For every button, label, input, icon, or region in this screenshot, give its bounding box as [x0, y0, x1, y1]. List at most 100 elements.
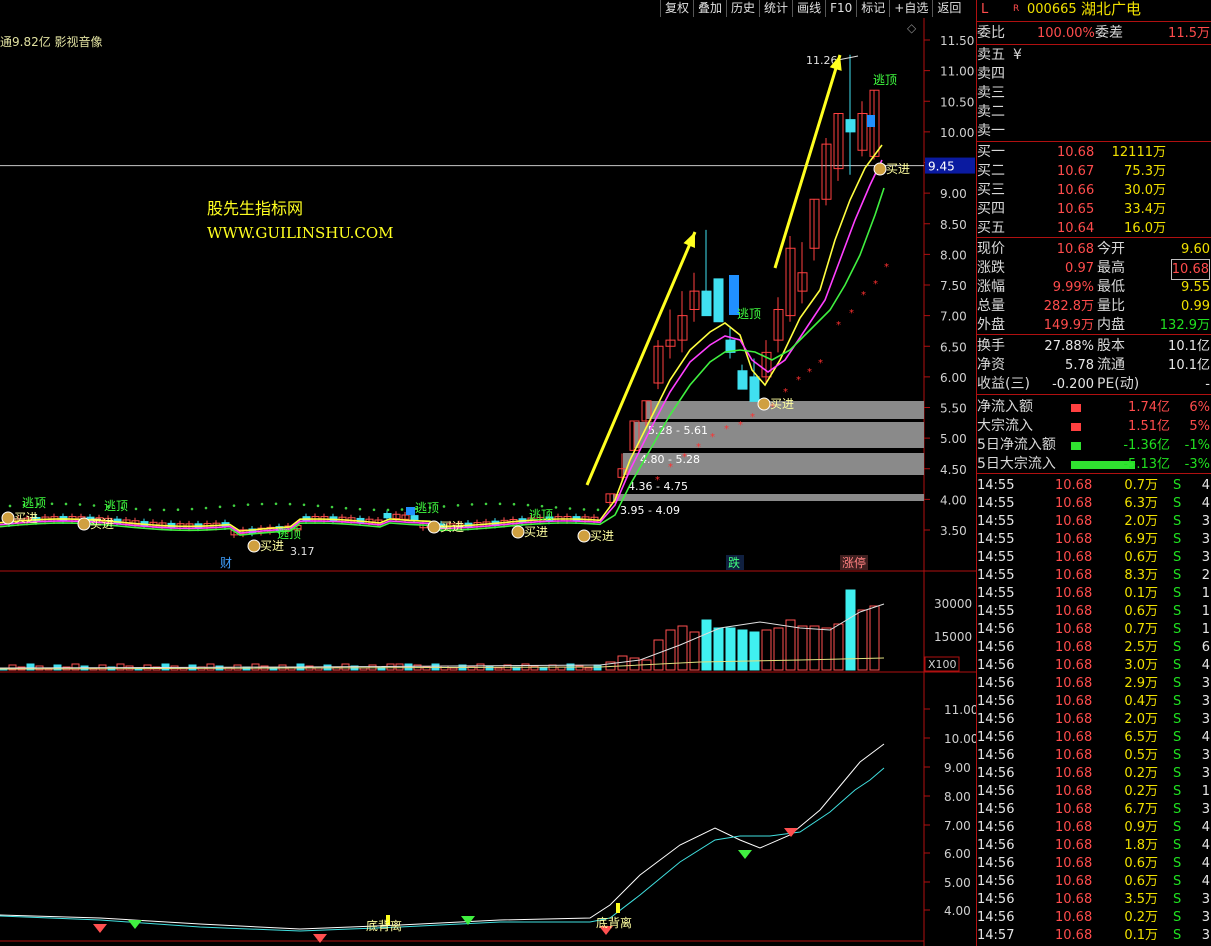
sell-row: 卖五 ¥ [977, 46, 1211, 65]
tick-row: 14:56 10.68 6.7万 S 3 [977, 800, 1211, 819]
buy-price: 10.66 [1057, 183, 1095, 198]
toolbar-button-5[interactable]: F10 [825, 0, 856, 17]
escape-top-label: 逃顶 [22, 496, 46, 510]
tick-count: 4 [1201, 658, 1210, 673]
tick-count: 1 [1201, 622, 1210, 637]
stat-label: 总量 [977, 298, 1005, 314]
volume-bar [725, 627, 736, 671]
sar-dot: * [807, 367, 812, 378]
toolbar-button-1[interactable]: 叠加 [693, 0, 726, 17]
tick-count: 3 [1201, 892, 1210, 907]
candle [845, 119, 856, 133]
buy-volume: 75.3万 [1124, 164, 1166, 179]
tick-side: S [1173, 730, 1182, 745]
volume-bar [386, 663, 395, 671]
tick-row: 14:56 10.68 0.2万 S 3 [977, 764, 1211, 783]
tick-price: 10.68 [1055, 694, 1093, 709]
stat-label: 最高 [1097, 260, 1125, 276]
indicator-axis-label: 9.00 [944, 761, 971, 775]
toolbar-button-8[interactable]: 返回 [932, 0, 965, 17]
tick-side: S [1173, 856, 1182, 871]
tick-count: 1 [1201, 784, 1210, 799]
toolbar-button-4[interactable]: 画线 [792, 0, 825, 17]
fund-flow-pct: 5% [1189, 419, 1210, 434]
toolbar-button-0[interactable]: 复权 [660, 0, 693, 17]
buy-coin-icon [247, 539, 261, 553]
stat-row: 净资 5.78 流通 10.1亿 [977, 356, 1211, 375]
tick-volume: 0.7万 [1124, 478, 1158, 493]
stat-label: 涨幅 [977, 279, 1005, 295]
low-price-label: 3.17 [290, 545, 315, 558]
buy-coin-icon [873, 162, 887, 176]
candle-highlight [867, 115, 875, 127]
sell-label: 卖一 [977, 123, 1005, 139]
stat-value: 9.99% [1052, 280, 1094, 295]
gem-icon [738, 850, 752, 859]
volume-bar [821, 627, 832, 671]
kline-chart-area[interactable]: 通9.82亿 影视音像股先生指标网 WWW.GUILINSHU.COM ◇ 11.50… [0, 0, 976, 946]
divider [977, 473, 1211, 474]
sar-dot [512, 502, 516, 506]
volume-bar [809, 625, 820, 671]
range-label: 3.95 - 4.09 [620, 504, 680, 517]
sell-label: 卖三 [977, 85, 1005, 101]
tick-time: 14:56 [977, 640, 1015, 655]
fund-flow-row: 5日净流入额 -1.36亿 -1% [977, 436, 1211, 455]
sar-dot [386, 508, 390, 512]
sar-dot: * [861, 290, 866, 301]
stat-value: 10.1亿 [1168, 358, 1210, 373]
stat-label: 最低 [1097, 279, 1125, 295]
tick-time: 14:55 [977, 496, 1015, 511]
fund-flow-value: -1.36亿 [1123, 438, 1170, 453]
stat-value: 9.60 [1181, 242, 1210, 257]
sell-row: 卖四 [977, 65, 1211, 84]
tick-side: S [1173, 838, 1182, 853]
tick-time: 14:56 [977, 730, 1015, 745]
tick-price: 10.68 [1055, 874, 1093, 889]
tick-side: S [1173, 748, 1182, 763]
candle [737, 370, 748, 390]
buy-label: 买进 [770, 397, 794, 411]
tick-time: 14:56 [977, 892, 1015, 907]
tick-row: 14:56 10.68 2.0万 S 3 [977, 710, 1211, 729]
tick-row: 14:56 10.68 0.5万 S 3 [977, 746, 1211, 765]
toolbar-button-7[interactable]: +自选 [889, 0, 932, 17]
sar-dot [260, 502, 264, 506]
tick-side: S [1173, 910, 1182, 925]
buy-row: 买四 10.65 33.4万 [977, 200, 1211, 219]
toolbar-button-2[interactable]: 历史 [726, 0, 759, 17]
tick-time: 14:56 [977, 874, 1015, 889]
tick-count: 3 [1201, 910, 1210, 925]
escape-top-label: 逃顶 [873, 73, 897, 87]
sar-dot [484, 502, 488, 506]
tick-side: S [1173, 496, 1182, 511]
volume-bar [485, 665, 494, 671]
stat-value: 10.68 [1170, 259, 1210, 280]
buy-label: 买进 [886, 162, 910, 176]
stat-value: 132.9万 [1159, 318, 1210, 333]
sell-row: 卖二 [977, 103, 1211, 122]
candle [713, 278, 724, 323]
buy-label: 买一 [977, 144, 1005, 160]
toolbar-button-3[interactable]: 统计 [759, 0, 792, 17]
fund-flow-label: 大宗流入 [977, 418, 1033, 434]
stat-label: 今开 [1097, 241, 1125, 257]
volume-bar [737, 629, 748, 671]
stat-value: 10.1亿 [1168, 339, 1210, 354]
tick-volume: 2.0万 [1124, 514, 1158, 529]
tick-volume: 0.4万 [1124, 694, 1158, 709]
stat-label: 换手 [977, 338, 1005, 354]
tick-volume: 0.2万 [1124, 910, 1158, 925]
sell-label: 卖五 [977, 47, 1005, 63]
tick-price: 10.68 [1055, 532, 1093, 547]
volume-bar [530, 665, 539, 671]
tick-volume: 1.8万 [1124, 838, 1158, 853]
candle [383, 512, 392, 519]
tick-side: S [1173, 568, 1182, 583]
price-axis-label: 3.50 [940, 524, 967, 538]
tick-price: 10.68 [1055, 640, 1093, 655]
toolbar-button-6[interactable]: 标记 [856, 0, 889, 17]
sar-dot [554, 506, 558, 509]
tick-time: 14:55 [977, 514, 1015, 529]
tick-side: S [1173, 640, 1182, 655]
